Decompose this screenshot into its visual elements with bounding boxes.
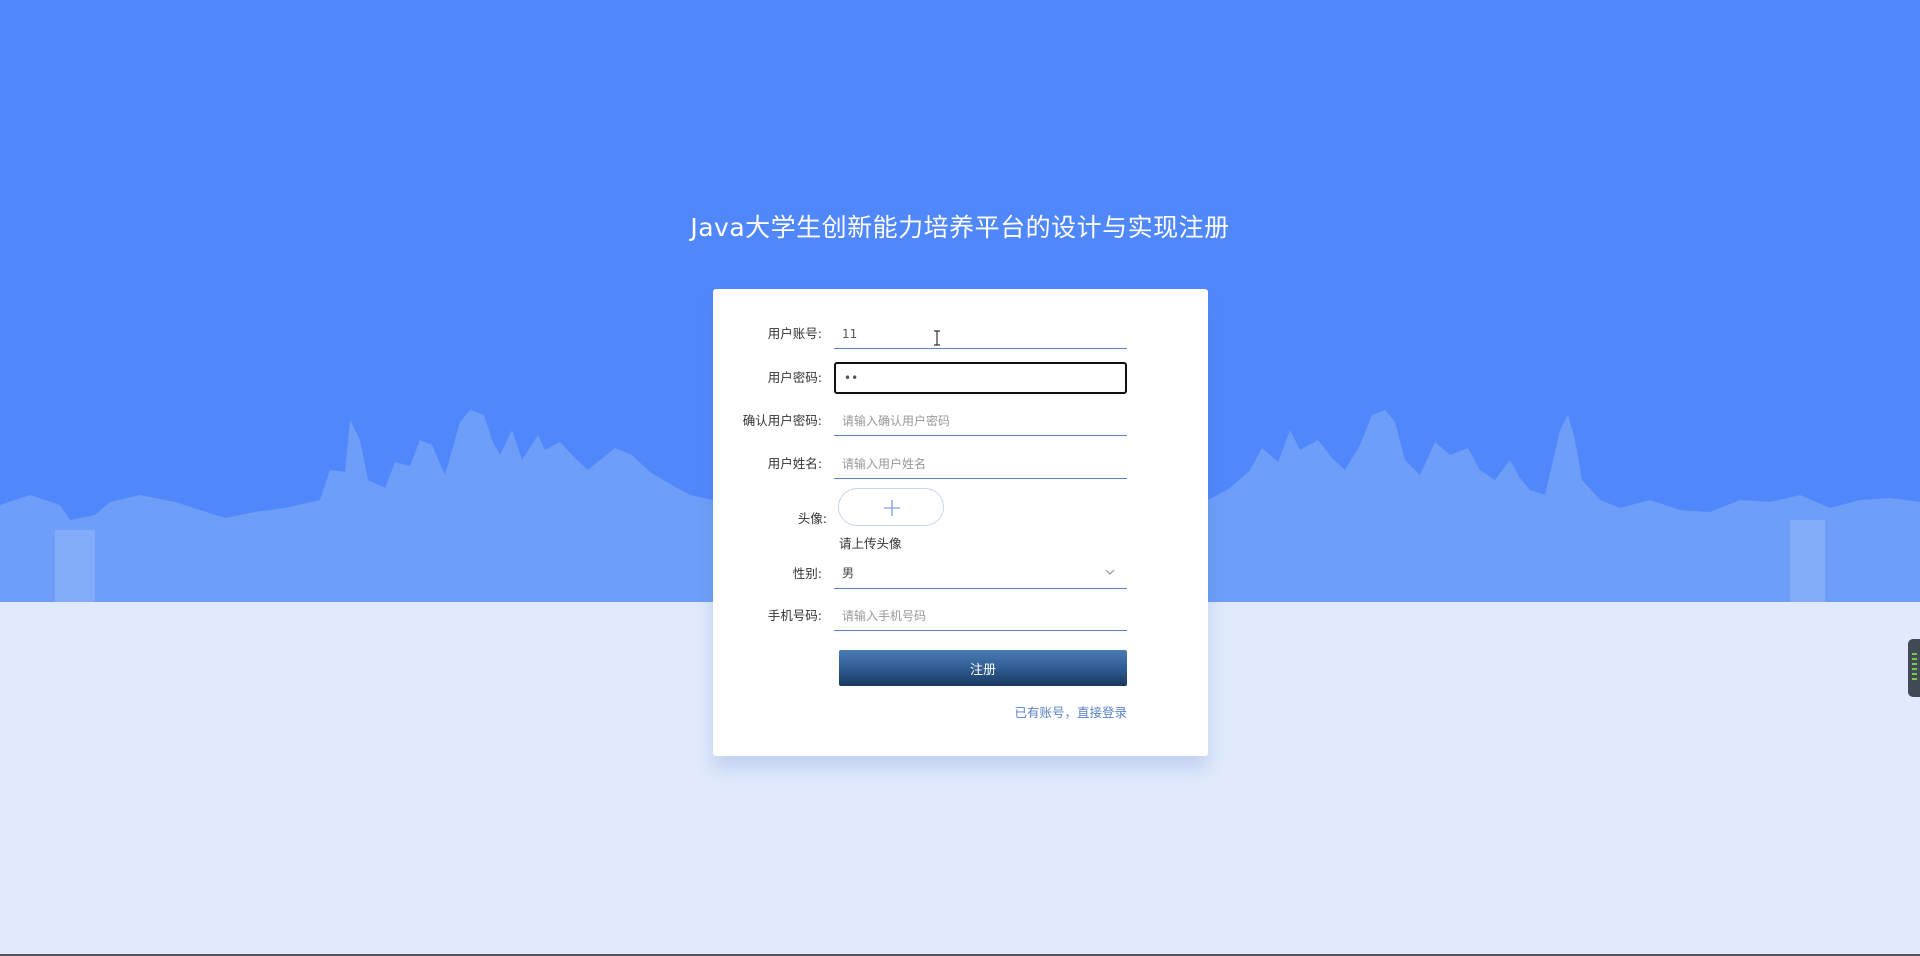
password-label: 用户密码: <box>767 370 822 385</box>
account-row: 用户账号: <box>713 319 1208 349</box>
password-input[interactable] <box>834 362 1127 394</box>
avatar-upload-button[interactable] <box>838 488 944 526</box>
phone-label: 手机号码: <box>767 608 822 623</box>
name-label: 用户姓名: <box>767 456 822 471</box>
confirm-password-row: 确认用户密码: <box>713 406 1208 436</box>
gender-row: 性别: 男 <box>713 559 1208 589</box>
plus-icon <box>884 500 900 516</box>
password-row: 用户密码: <box>713 362 1208 394</box>
register-form-card: 用户账号: 用户密码: 确认用户密码: 用户姓名: 头像: 请上传头像 性别 <box>713 289 1208 756</box>
text-cursor-icon <box>934 330 940 346</box>
account-input[interactable] <box>834 319 1127 349</box>
gender-label: 性别: <box>792 566 822 581</box>
avatar-upload-hint: 请上传头像 <box>839 536 902 551</box>
side-toolbar-widget[interactable] <box>1908 639 1920 697</box>
account-label: 用户账号: <box>767 326 822 341</box>
confirm-password-input[interactable] <box>834 406 1127 436</box>
gender-selected-value: 男 <box>842 566 855 580</box>
page-title: Java大学生创新能力培养平台的设计与实现注册 <box>690 213 1230 242</box>
register-button[interactable]: 注册 <box>839 650 1127 686</box>
gender-select[interactable]: 男 <box>834 559 1127 589</box>
chevron-down-icon <box>1105 569 1115 575</box>
phone-input[interactable] <box>834 601 1127 631</box>
register-page: Java大学生创新能力培养平台的设计与实现注册 用户账号: 用户密码: 确认用户… <box>0 0 1920 956</box>
confirm-password-label: 确认用户密码: <box>742 413 822 428</box>
login-link[interactable]: 已有账号，直接登录 <box>1014 702 1127 721</box>
name-row: 用户姓名: <box>713 449 1208 479</box>
avatar-row: 头像: 请上传头像 <box>713 488 1208 558</box>
name-input[interactable] <box>834 449 1127 479</box>
phone-row: 手机号码: <box>713 601 1208 631</box>
avatar-label: 头像: <box>797 511 827 526</box>
